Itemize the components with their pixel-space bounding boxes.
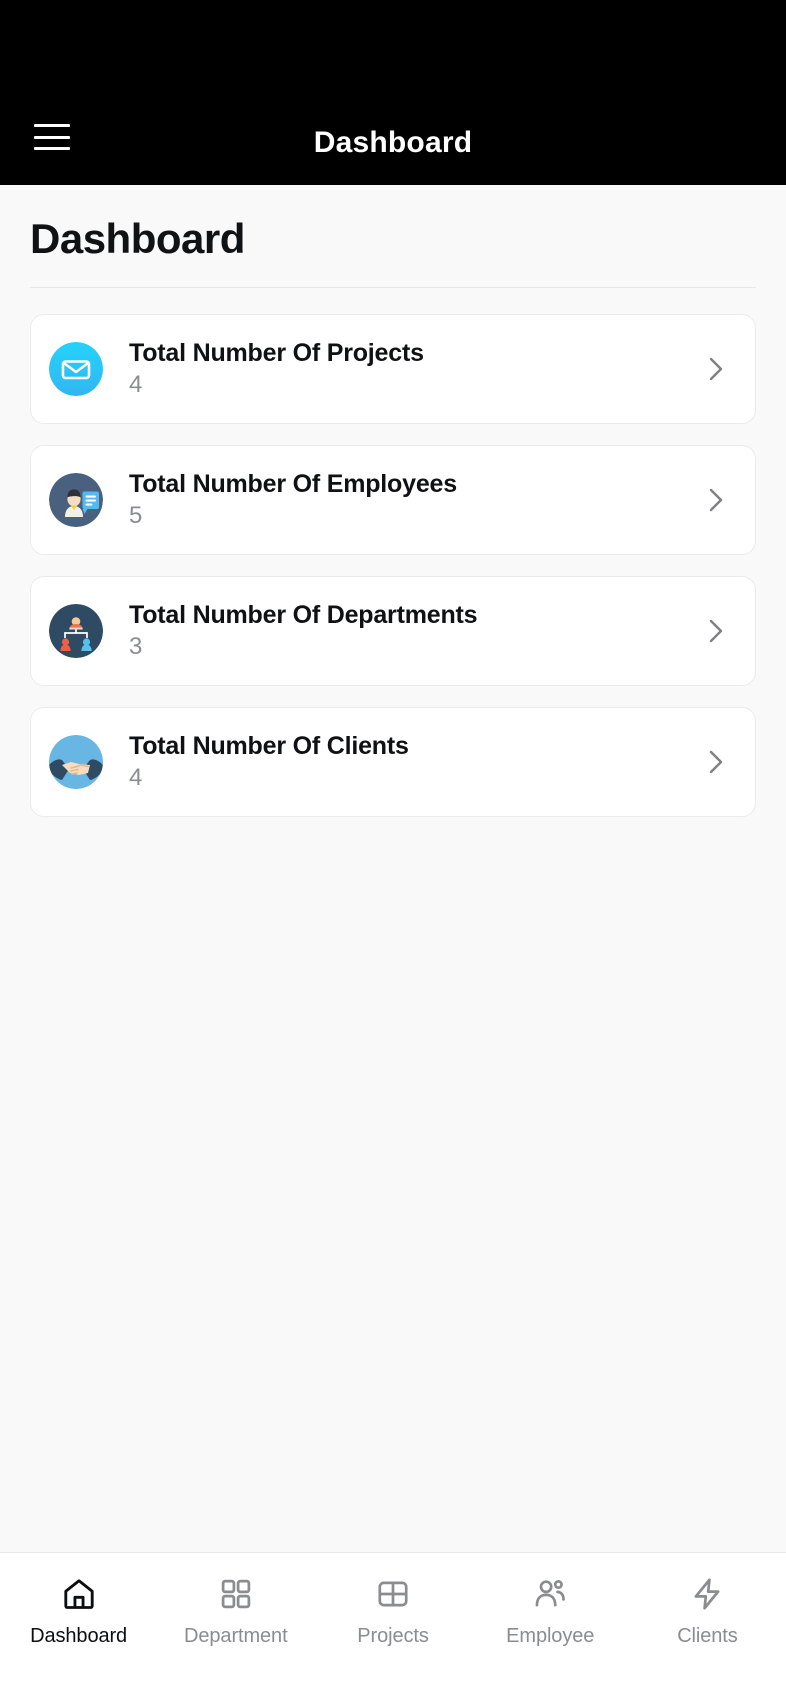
stat-card-departments[interactable]: Total Number Of Departments 3 [30, 576, 756, 686]
mobile-app-screen: Dashboard Dashboard Total Number Of Proj… [0, 0, 786, 1704]
stat-card-projects[interactable]: Total Number Of Projects 4 [30, 314, 756, 424]
stat-card-text: Total Number Of Projects 4 [103, 338, 703, 400]
stat-card-title: Total Number Of Employees [129, 470, 457, 498]
nav-item-dashboard[interactable]: Dashboard [0, 1575, 157, 1648]
chevron-right-icon[interactable] [703, 749, 729, 775]
stat-card-title: Total Number Of Projects [129, 339, 424, 367]
nav-item-department[interactable]: Department [157, 1575, 314, 1648]
stat-card-title: Total Number Of Departments [129, 601, 478, 629]
employee-profile-icon [49, 473, 103, 527]
org-chart-icon [49, 604, 103, 658]
chevron-right-icon[interactable] [703, 618, 729, 644]
stat-card-value: 5 [129, 502, 143, 529]
nav-label-clients: Clients [677, 1625, 738, 1647]
page-title: Dashboard [30, 215, 245, 262]
home-icon [60, 1575, 98, 1613]
stat-card-value: 4 [129, 371, 143, 398]
stat-card-list: Total Number Of Projects 4 Total Number … [30, 314, 756, 817]
nav-label-employee: Employee [506, 1625, 595, 1647]
stat-card-clients[interactable]: Total Number Of Clients 4 [30, 707, 756, 817]
people-icon [531, 1575, 569, 1613]
handshake-icon [49, 735, 103, 789]
stat-card-text: Total Number Of Employees 5 [103, 469, 703, 531]
nav-label-department: Department [184, 1625, 288, 1647]
stat-card-value: 4 [129, 764, 143, 791]
stat-card-employees[interactable]: Total Number Of Employees 5 [30, 445, 756, 555]
stat-card-text: Total Number Of Clients 4 [103, 731, 703, 793]
nav-item-clients[interactable]: Clients [629, 1575, 786, 1648]
grid-squares-icon [217, 1575, 255, 1613]
page-content: Dashboard Total Number Of Projects 4 Tot… [0, 185, 786, 1552]
nav-item-employee[interactable]: Employee [472, 1575, 629, 1648]
app-bar-title: Dashboard [313, 126, 473, 159]
title-divider [30, 287, 756, 288]
nav-label-projects: Projects [357, 1625, 429, 1647]
table-layout-icon [374, 1575, 412, 1613]
lightning-bolt-icon [688, 1575, 726, 1613]
chevron-right-icon[interactable] [703, 487, 729, 513]
app-bar: Dashboard [0, 0, 786, 185]
nav-label-dashboard: Dashboard [30, 1625, 128, 1647]
stat-card-value: 3 [129, 633, 143, 660]
nav-item-projects[interactable]: Projects [314, 1575, 471, 1648]
bottom-navigation-bar: Dashboard Department Projects Employee C… [0, 1552, 786, 1704]
stat-card-text: Total Number Of Departments 3 [103, 600, 703, 662]
chevron-right-icon[interactable] [703, 356, 729, 382]
mail-envelope-icon [49, 342, 103, 396]
stat-card-title: Total Number Of Clients [129, 732, 409, 760]
